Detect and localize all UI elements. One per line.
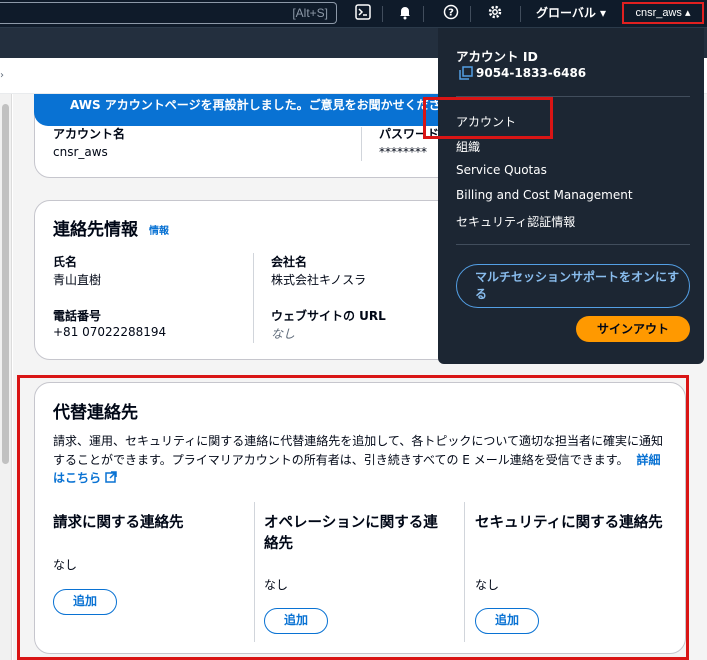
highlight-frame [423, 97, 553, 139]
scrollbar-thumb[interactable] [2, 104, 9, 464]
alternate-contacts-title: 代替連絡先 [53, 403, 138, 423]
account-id-value: 9054-1833-6486 [476, 66, 587, 80]
phone-value: +81 07022288194 [53, 325, 167, 339]
info-link[interactable]: 情報 [149, 222, 169, 237]
contact-info-title: 連絡先情報 [53, 220, 138, 240]
search-bar[interactable]: [Alt+S] [0, 2, 337, 24]
account-name-label: アカウント名 [53, 127, 126, 141]
top-navigation: [Alt+S] ? グローバル ▾ cnsr_aws ▴ [0, 0, 707, 28]
nav-divider [423, 6, 424, 22]
menu-item-security-credentials[interactable]: セキュリティ認証情報 [456, 213, 575, 230]
menu-divider [456, 244, 690, 245]
column-divider [361, 127, 362, 161]
operations-contact-value: なし [264, 578, 289, 592]
add-security-contact-button[interactable]: 追加 [475, 608, 539, 634]
menu-item-organizations[interactable]: 組織 [456, 138, 480, 155]
operations-contact-title: オペレーションに関する連絡先 [264, 515, 438, 552]
column-divider [254, 502, 255, 642]
account-id-label: アカウント ID [456, 49, 538, 64]
menu-item-service-quotas[interactable]: Service Quotas [456, 163, 547, 177]
gear-icon[interactable] [485, 4, 505, 24]
nav-divider [520, 6, 521, 22]
multisession-toggle-button[interactable]: マルチセッションサポートをオンにする [456, 264, 690, 308]
account-name-value: cnsr_aws [53, 145, 108, 159]
help-icon[interactable]: ? [441, 4, 461, 24]
column-divider [253, 253, 254, 343]
phone-label: 電話番号 [53, 309, 102, 323]
description-text: 請求、運用、セキュリティに関する連絡に代替連絡先を追加して、各トピックについて適… [53, 434, 663, 467]
region-selector[interactable]: グローバル ▾ [536, 4, 606, 22]
company-label: 会社名 [271, 255, 308, 269]
add-operations-contact-button[interactable]: 追加 [264, 608, 328, 634]
sign-out-button[interactable]: サインアウト [576, 316, 690, 342]
full-name-label: 氏名 [53, 255, 78, 269]
full-name-value: 青山直樹 [53, 273, 102, 287]
nav-divider [470, 6, 471, 22]
copy-icon [459, 66, 473, 80]
website-value: なし [271, 327, 296, 341]
nav-divider [382, 6, 383, 22]
chevron-right-icon[interactable]: › [0, 70, 4, 81]
account-menu-button[interactable]: cnsr_aws ▴ [622, 2, 704, 24]
search-shortcut-hint: [Alt+S] [292, 6, 328, 20]
menu-item-billing[interactable]: Billing and Cost Management [456, 188, 633, 202]
svg-text:?: ? [448, 8, 454, 19]
password-value: ******** [379, 145, 427, 159]
column-divider [464, 502, 465, 642]
account-dropdown-menu: アカウント ID 9054-1833-6486 アカウント 組織 Service… [438, 28, 704, 364]
security-contact-title: セキュリティに関する連絡先 [475, 515, 663, 531]
billing-contact-value: なし [53, 558, 78, 572]
company-value: 株式会社キノスラ [271, 273, 367, 287]
add-billing-contact-button[interactable]: 追加 [53, 589, 117, 615]
bell-icon[interactable] [395, 4, 415, 24]
security-contact-value: なし [475, 578, 500, 592]
billing-contact-title: 請求に関する連絡先 [53, 515, 184, 531]
scrollbar[interactable] [0, 94, 12, 660]
external-link-icon [105, 471, 117, 483]
alternate-contacts-description: 請求、運用、セキュリティに関する連絡に代替連絡先を追加して、各トピックについて適… [53, 432, 665, 488]
cloudshell-icon[interactable] [353, 4, 373, 24]
website-label: ウェブサイトの URL [271, 309, 386, 323]
